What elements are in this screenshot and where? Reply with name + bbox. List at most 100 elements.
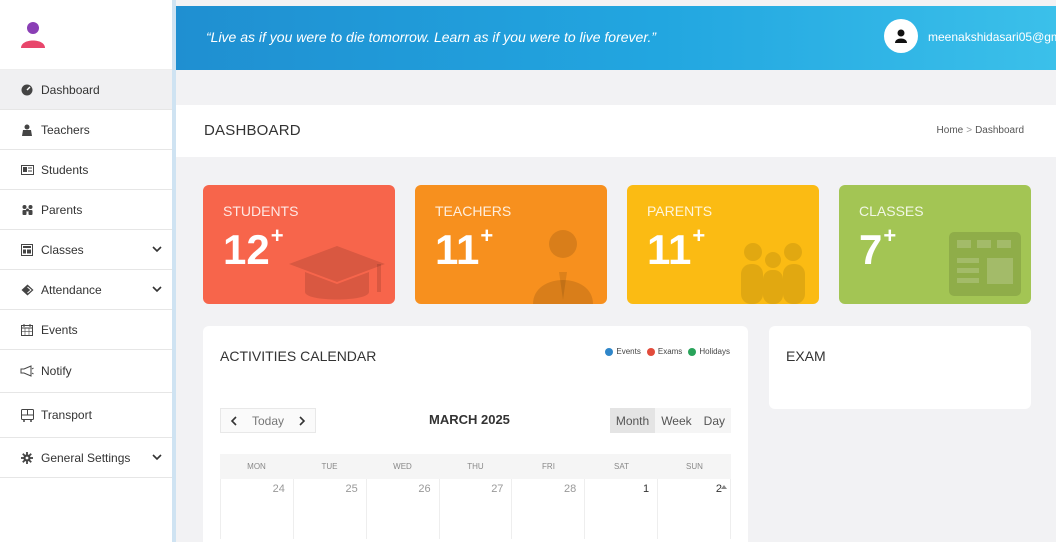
sidebar-item-dashboard[interactable]: Dashboard xyxy=(0,70,172,110)
weekday-header: FRI xyxy=(542,462,555,471)
motivational-quote: “Live as if you were to die tomorrow. Le… xyxy=(206,29,657,45)
legend-label: Events xyxy=(616,347,641,356)
teachers-stat-card[interactable]: TEACHERS 11+ xyxy=(415,185,607,304)
breadcrumb: Home > Dashboard xyxy=(937,125,1024,136)
calendar-day-cell[interactable]: 24 xyxy=(221,479,294,539)
calendar-day-cell[interactable]: 27 xyxy=(440,479,513,539)
transport-icon xyxy=(20,408,34,422)
parents-icon xyxy=(20,203,34,217)
sidebar-item-general-settings[interactable]: General Settings xyxy=(0,438,172,478)
calendar-icon xyxy=(20,323,34,337)
top-bar: “Live as if you were to die tomorrow. Le… xyxy=(176,6,1056,70)
stat-label: PARENTS xyxy=(647,203,713,219)
sidebar-item-label: Attendance xyxy=(41,282,102,297)
page-header: DASHBOARD Home > Dashboard xyxy=(176,105,1056,157)
chevron-down-icon[interactable] xyxy=(151,243,163,255)
weekday-header: SUN xyxy=(686,462,703,471)
weekday-header-row: MON TUE WED THU FRI SAT SUN xyxy=(220,454,731,479)
calendar-day-cell[interactable]: 25 xyxy=(294,479,367,539)
view-week-button[interactable]: Week xyxy=(655,408,697,433)
today-button[interactable]: Today xyxy=(247,409,289,432)
sidebar-item-parents[interactable]: Parents xyxy=(0,190,172,230)
calendar-nav: Today xyxy=(220,408,316,433)
sidebar-item-transport[interactable]: Transport xyxy=(0,393,172,438)
teacher-icon xyxy=(20,123,34,137)
calendar-view-switcher: Month Week Day xyxy=(609,408,731,433)
calendar-month-title: MARCH 2025 xyxy=(429,412,510,427)
weekday-header: SAT xyxy=(614,462,629,471)
legend-label: Holidays xyxy=(699,347,730,356)
dashboard-icon xyxy=(20,83,34,97)
sidebar-item-label: Parents xyxy=(41,202,83,217)
parents-stat-card[interactable]: PARENTS 11+ xyxy=(627,185,819,304)
user-logo-icon xyxy=(21,21,45,48)
sidebar-item-students[interactable]: Students xyxy=(0,150,172,190)
sidebar-item-label: Transport xyxy=(41,408,92,422)
legend-label: Exams xyxy=(657,347,683,356)
scroll-up-arrow-icon[interactable] xyxy=(721,484,727,490)
app-logo[interactable] xyxy=(0,0,172,70)
family-group-icon xyxy=(741,243,805,304)
user-avatar[interactable] xyxy=(884,19,918,53)
breadcrumb-separator: > xyxy=(966,125,973,136)
sidebar-item-events[interactable]: Events xyxy=(0,310,172,350)
weekday-header: WED xyxy=(393,462,412,471)
gear-icon xyxy=(20,451,34,465)
sidebar-item-attendance[interactable]: Attendance xyxy=(0,270,172,310)
sidebar-item-label: Teachers xyxy=(41,122,90,137)
user-email[interactable]: meenakshidasari05@gma xyxy=(928,30,1056,44)
attendance-icon xyxy=(20,283,34,297)
chevron-left-icon xyxy=(230,415,237,426)
sidebar-item-teachers[interactable]: Teachers xyxy=(0,110,172,150)
graduation-cap-icon xyxy=(289,246,385,300)
chevron-down-icon[interactable] xyxy=(151,451,163,463)
chevron-right-icon xyxy=(299,415,306,426)
stat-label: STUDENTS xyxy=(223,203,299,219)
sidebar-item-notify[interactable]: Notify xyxy=(0,350,172,393)
calendar-day-cell[interactable]: 26 xyxy=(367,479,440,539)
legend-exams-dot xyxy=(646,347,655,356)
calendar-title: ACTIVITIES CALENDAR xyxy=(220,348,377,364)
stat-value: 11+ xyxy=(435,223,494,273)
sidebar-item-label: Classes xyxy=(41,242,84,257)
weekday-header: THU xyxy=(467,462,484,471)
stat-value: 12+ xyxy=(223,223,284,273)
sidebar-item-label: General Settings xyxy=(41,450,131,465)
students-icon xyxy=(20,163,34,177)
breadcrumb-current: Dashboard xyxy=(975,125,1024,136)
calendar-week-row: 24 25 26 27 28 1 2 xyxy=(220,479,732,539)
weekday-header: TUE xyxy=(321,462,338,471)
stat-value: 7+ xyxy=(859,223,897,273)
legend-holidays-dot xyxy=(688,347,697,356)
sidebar-item-label: Notify xyxy=(41,364,72,378)
user-icon xyxy=(895,29,907,43)
stat-label: CLASSES xyxy=(859,203,924,219)
breadcrumb-home[interactable]: Home xyxy=(937,125,964,136)
calendar-day-cell[interactable]: 28 xyxy=(512,479,586,539)
classroom-board-icon xyxy=(949,232,1021,296)
sidebar-item-classes[interactable]: Classes xyxy=(0,230,172,270)
page-title: DASHBOARD xyxy=(204,122,301,139)
megaphone-icon xyxy=(20,364,34,378)
sidebar-item-label: Students xyxy=(41,162,89,177)
calendar-grid: MON TUE WED THU FRI SAT SUN 24 25 26 27 … xyxy=(220,454,732,539)
calendar-day-cell[interactable]: 1 xyxy=(585,479,659,539)
next-month-button[interactable] xyxy=(289,409,315,432)
view-day-button[interactable]: Day xyxy=(698,408,731,433)
classes-icon xyxy=(20,243,34,257)
teacher-person-icon xyxy=(533,230,593,304)
view-month-button[interactable]: Month xyxy=(609,408,656,433)
exam-panel: EXAM xyxy=(769,326,1031,409)
students-stat-card[interactable]: STUDENTS 12+ xyxy=(203,185,395,304)
sidebar: Dashboard Teachers Students Parents Clas… xyxy=(0,0,176,542)
prev-month-button[interactable] xyxy=(221,409,247,432)
stat-label: TEACHERS xyxy=(435,203,512,219)
legend-events-dot xyxy=(605,347,614,356)
classes-stat-card[interactable]: CLASSES 7+ xyxy=(839,185,1031,304)
chevron-down-icon[interactable] xyxy=(151,283,163,295)
stat-value: 11+ xyxy=(647,223,706,273)
activities-calendar-panel: ACTIVITIES CALENDAR Events Exams Holiday… xyxy=(203,326,748,542)
exam-title: EXAM xyxy=(786,348,826,364)
sidebar-item-label: Events xyxy=(41,322,78,337)
sidebar-item-label: Dashboard xyxy=(41,82,100,97)
